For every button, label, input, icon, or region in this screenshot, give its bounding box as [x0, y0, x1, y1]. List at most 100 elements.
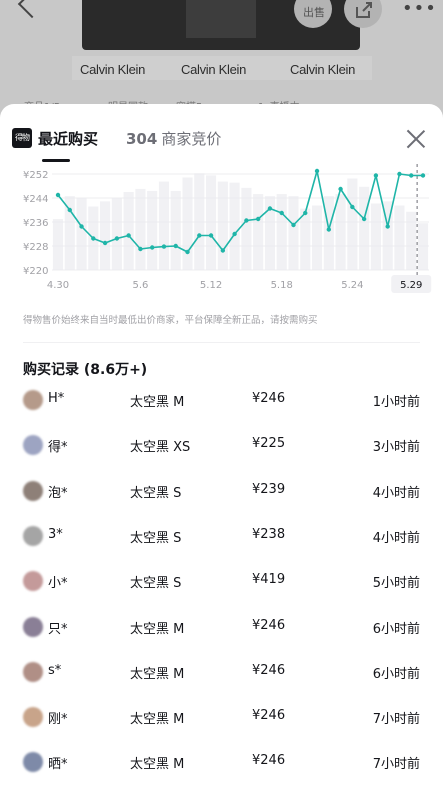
price-point: [126, 233, 131, 238]
purchase-record-row: 小* 太空黑 S ¥419 5小时前: [0, 558, 443, 603]
price-point: [102, 240, 108, 246]
price-point: [361, 216, 367, 222]
volume-bar: [100, 201, 111, 270]
buyer-name: s*: [48, 662, 62, 678]
volume-bar: [170, 190, 181, 270]
price-trend-svg: ¥220 ¥228 ¥236 ¥244 ¥252 4.30 5.6 5.12 5.18 5.24 5…: [23, 164, 432, 293]
volume-bar: [347, 178, 358, 270]
price-point: [267, 206, 273, 211]
volume-bar: [253, 194, 264, 270]
avatar: [23, 480, 43, 501]
purchase-record-row: H* 太空黑 M ¥246 1小时前: [0, 377, 443, 422]
x-tick-label: 4.30: [47, 280, 69, 291]
tab-recent-purchases[interactable]: 最近购买: [38, 128, 98, 149]
close-icon[interactable]: [406, 129, 426, 149]
volume-bar: [417, 223, 429, 270]
x-tick-label: 5.6: [132, 280, 148, 291]
price-point: [232, 231, 237, 237]
price-point: [161, 244, 167, 249]
price-point: [373, 173, 379, 178]
item-spec: 太空黑 M: [130, 712, 185, 728]
y-tick-label: ¥220: [23, 266, 48, 277]
sell-label: 出售: [303, 6, 325, 19]
merchant-label: 商家竞价: [161, 130, 222, 148]
dewu-logo-icon: 得物: [12, 128, 32, 148]
volume-bar: [241, 187, 252, 270]
purchase-record-row: 晒* 太空黑 M ¥246 7小时前: [0, 739, 443, 784]
x-tick-label: 5.29: [400, 280, 422, 291]
buyer-name: 泡*: [48, 485, 68, 501]
price-point: [244, 218, 249, 223]
more-options-icon[interactable]: •••: [402, 0, 437, 19]
purchase-time: 7小时前: [372, 757, 420, 773]
volume-bar: [370, 203, 381, 270]
price-point: [173, 243, 178, 249]
item-spec: 太空黑 S: [130, 485, 182, 501]
back-arrow-icon[interactable]: [17, 0, 47, 19]
brand-logo-text: Calvin Klein: [290, 62, 356, 77]
price-point: [291, 222, 296, 228]
avatar: [23, 435, 43, 456]
buyer-name: 3*: [48, 526, 63, 542]
volume-bar: [229, 182, 240, 270]
buyer-name: 晒*: [48, 757, 68, 773]
volume-bar: [276, 194, 287, 270]
share-button[interactable]: [344, 0, 382, 28]
tab-merchant-bids[interactable]: 304 商家竞价: [126, 128, 221, 149]
y-tick-label: ¥236: [23, 218, 48, 229]
price-point: [397, 171, 402, 177]
purchase-time: 1小时前: [372, 395, 420, 410]
brand-logo-text: Calvin Klein: [181, 62, 247, 77]
purchase-price: ¥419: [252, 572, 286, 588]
price-point: [91, 236, 96, 241]
volume-bar: [217, 181, 228, 270]
price-point: [79, 224, 84, 229]
purchase-price: ¥246: [252, 617, 286, 633]
price-point: [149, 245, 155, 250]
volume-bar: [206, 175, 217, 270]
avatar: [23, 752, 43, 773]
price-point: [338, 186, 343, 192]
brand-logo-text: Calvin Klein: [80, 62, 146, 77]
x-tick-label: 5.18: [271, 280, 293, 291]
item-spec: 太空黑 M: [130, 666, 185, 682]
price-point: [279, 210, 284, 216]
purchase-time: 5小时前: [372, 576, 420, 592]
avatar: [23, 390, 43, 410]
purchase-time: 6小时前: [372, 666, 420, 682]
y-tick-label: ¥252: [23, 170, 48, 181]
purchase-time: 6小时前: [372, 621, 420, 637]
price-point: [220, 248, 226, 253]
volume-bar: [288, 196, 299, 270]
y-tick-label: ¥244: [23, 194, 48, 205]
volume-bar: [64, 196, 75, 270]
avatar: [23, 707, 43, 728]
share-icon: [356, 2, 372, 18]
recent-purchases-sheet: 得物 最近购买 304 商家竞价 ¥220 ¥228 ¥236 ¥244 ¥252 4.30…: [0, 104, 443, 800]
purchase-record-row: 刚* 太空黑 M ¥246 7小时前: [0, 694, 443, 739]
avatar: [23, 571, 43, 592]
purchase-price: ¥246: [252, 753, 286, 769]
item-spec: 太空黑 M: [130, 621, 185, 637]
volume-bar: [300, 208, 311, 270]
purchase-time: 7小时前: [372, 712, 420, 728]
purchase-time: 4小时前: [372, 485, 420, 501]
purchase-time: 3小时前: [372, 440, 420, 456]
purchase-price: ¥246: [252, 662, 286, 678]
price-point: [197, 233, 202, 238]
item-spec: 太空黑 S: [130, 530, 182, 546]
purchase-records-title: 购买记录 (8.6万+): [23, 362, 148, 378]
purchase-record-row: 3* 太空黑 S ¥238 4小时前: [0, 513, 443, 558]
volume-bar: [311, 205, 323, 270]
price-point: [208, 233, 214, 238]
x-tick-label: 5.12: [200, 280, 222, 291]
price-point: [67, 207, 72, 213]
avatar: [23, 661, 43, 682]
price-point: [185, 249, 190, 255]
product-image-shade: [186, 0, 256, 38]
item-spec: 太空黑 M: [130, 395, 185, 410]
avatar: [23, 616, 43, 637]
x-tick-label: 5.24: [341, 280, 363, 291]
price-disclaimer: 得物售价始终来自当时最低出价商家，平台保障全新正品，请按需购买: [23, 315, 318, 326]
buyer-name: 小*: [48, 576, 68, 592]
